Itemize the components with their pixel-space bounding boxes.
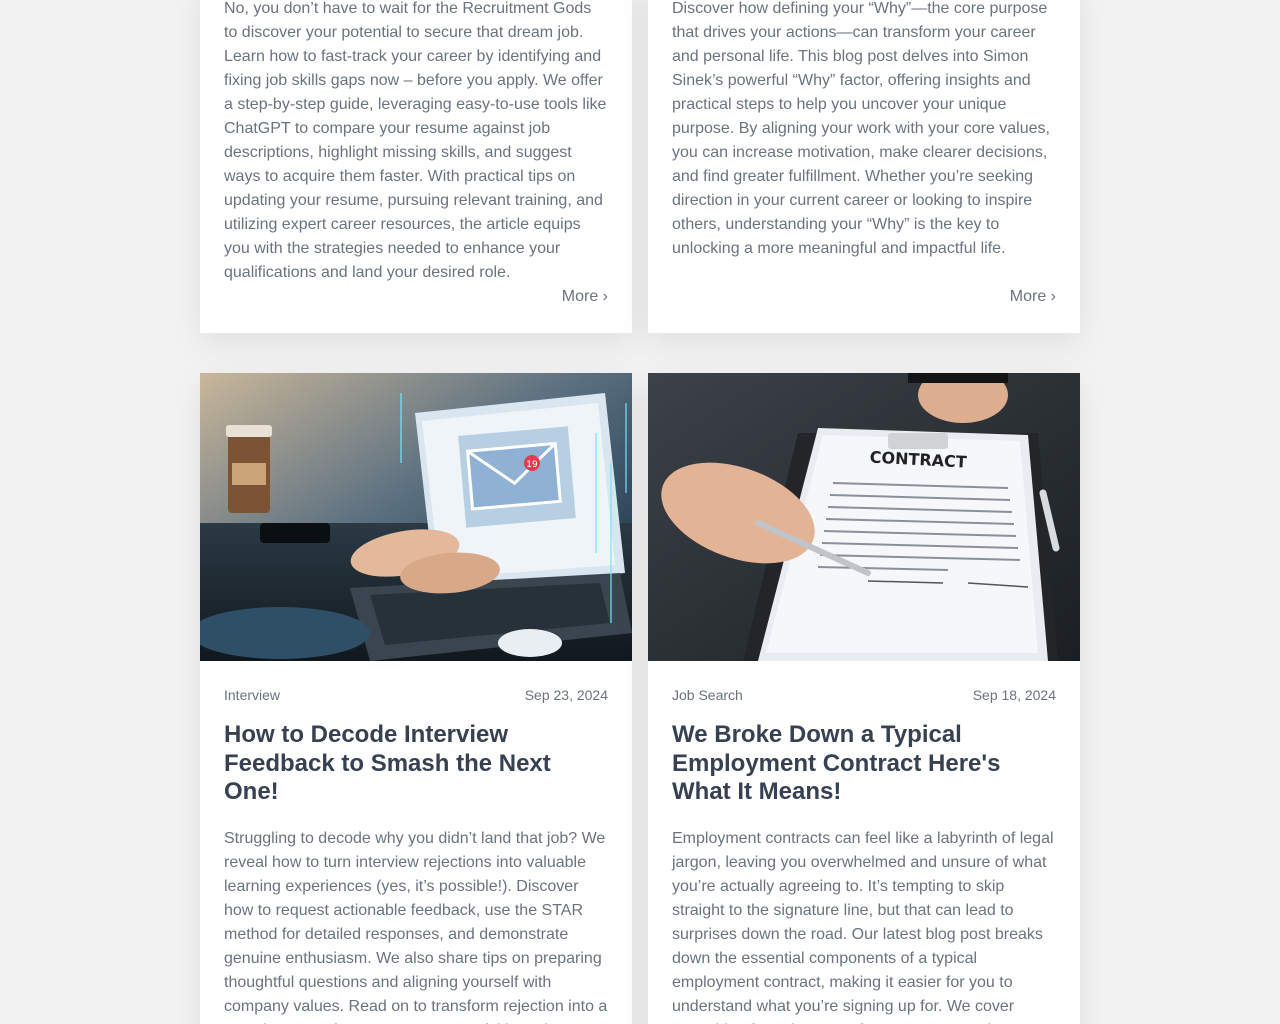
post-excerpt: Employment contracts can feel like a lab… — [672, 829, 1054, 1024]
post-card: CONTRACT Job Search Sep 18, 2024 We Brok… — [648, 373, 1080, 1024]
post-card: 19 Interview Sep 23, 2024 How to Decode … — [200, 373, 632, 1024]
post-thumbnail[interactable]: CONTRACT — [648, 373, 1080, 661]
post-meta: Job Search Sep 18, 2024 — [672, 687, 1056, 703]
contract-signing-icon: CONTRACT — [648, 373, 1080, 661]
post-card: Discover how defining your “Why”—the cor… — [648, 0, 1080, 333]
svg-text:19: 19 — [526, 460, 538, 470]
post-title[interactable]: How to Decode Interview Feedback to Smas… — [224, 721, 608, 807]
post-meta: Interview Sep 23, 2024 — [224, 687, 608, 703]
post-date: Sep 18, 2024 — [972, 687, 1056, 703]
post-excerpt: Struggling to decode why you didn’t land… — [224, 829, 608, 1024]
post-date: Sep 23, 2024 — [524, 687, 608, 703]
post-category[interactable]: Interview — [224, 687, 280, 703]
more-link[interactable]: More › — [562, 285, 608, 309]
post-title[interactable]: We Broke Down a Typical Employment Contr… — [672, 721, 1056, 807]
laptop-email-icon: 19 — [200, 373, 632, 661]
post-category[interactable]: Job Search — [672, 687, 743, 703]
blog-listing: No, you don’t have to wait for the Recru… — [0, 0, 1280, 1024]
post-thumbnail[interactable]: 19 — [200, 373, 632, 661]
post-excerpt: No, you don’t have to wait for the Recru… — [224, 0, 607, 281]
post-excerpt: Discover how defining your “Why”—the cor… — [672, 0, 1050, 257]
more-link[interactable]: More › — [1010, 285, 1056, 309]
post-card: No, you don’t have to wait for the Recru… — [200, 0, 632, 333]
